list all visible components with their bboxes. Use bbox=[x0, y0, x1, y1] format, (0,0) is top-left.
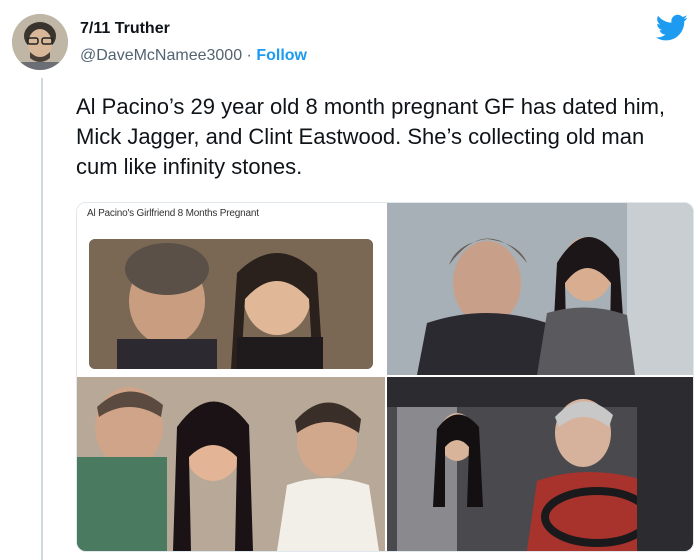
media-collage[interactable]: Al Pacino's Girlfriend 8 Months Pregnant bbox=[76, 202, 694, 552]
article-photo-image bbox=[89, 239, 373, 369]
tweet-card: 7/11 Truther @DaveMcNamee3000 · Follow A… bbox=[0, 0, 700, 560]
photo-top-right[interactable] bbox=[387, 203, 693, 375]
photo-article[interactable]: Al Pacino's Girlfriend 8 Months Pregnant bbox=[77, 203, 385, 375]
photo-bottom-right-image bbox=[387, 377, 693, 551]
thread-line bbox=[41, 78, 43, 560]
photo-top-right-image bbox=[387, 203, 693, 375]
tweet-text: Al Pacino’s 29 year old 8 month pregnant… bbox=[76, 94, 666, 179]
photo-bottom-left-image bbox=[77, 377, 385, 551]
avatar[interactable] bbox=[12, 14, 68, 70]
photo-bottom-left[interactable] bbox=[77, 377, 385, 551]
handle[interactable]: @DaveMcNamee3000 bbox=[80, 47, 242, 64]
follow-button[interactable]: Follow bbox=[256, 47, 307, 64]
avatar-image bbox=[12, 14, 68, 70]
twitter-bird-icon[interactable] bbox=[656, 14, 688, 42]
separator: · bbox=[246, 47, 252, 64]
photo-bottom-right[interactable] bbox=[387, 377, 693, 551]
display-name[interactable]: 7/11 Truther bbox=[80, 20, 170, 38]
handle-row: @DaveMcNamee3000 · Follow bbox=[80, 47, 307, 65]
